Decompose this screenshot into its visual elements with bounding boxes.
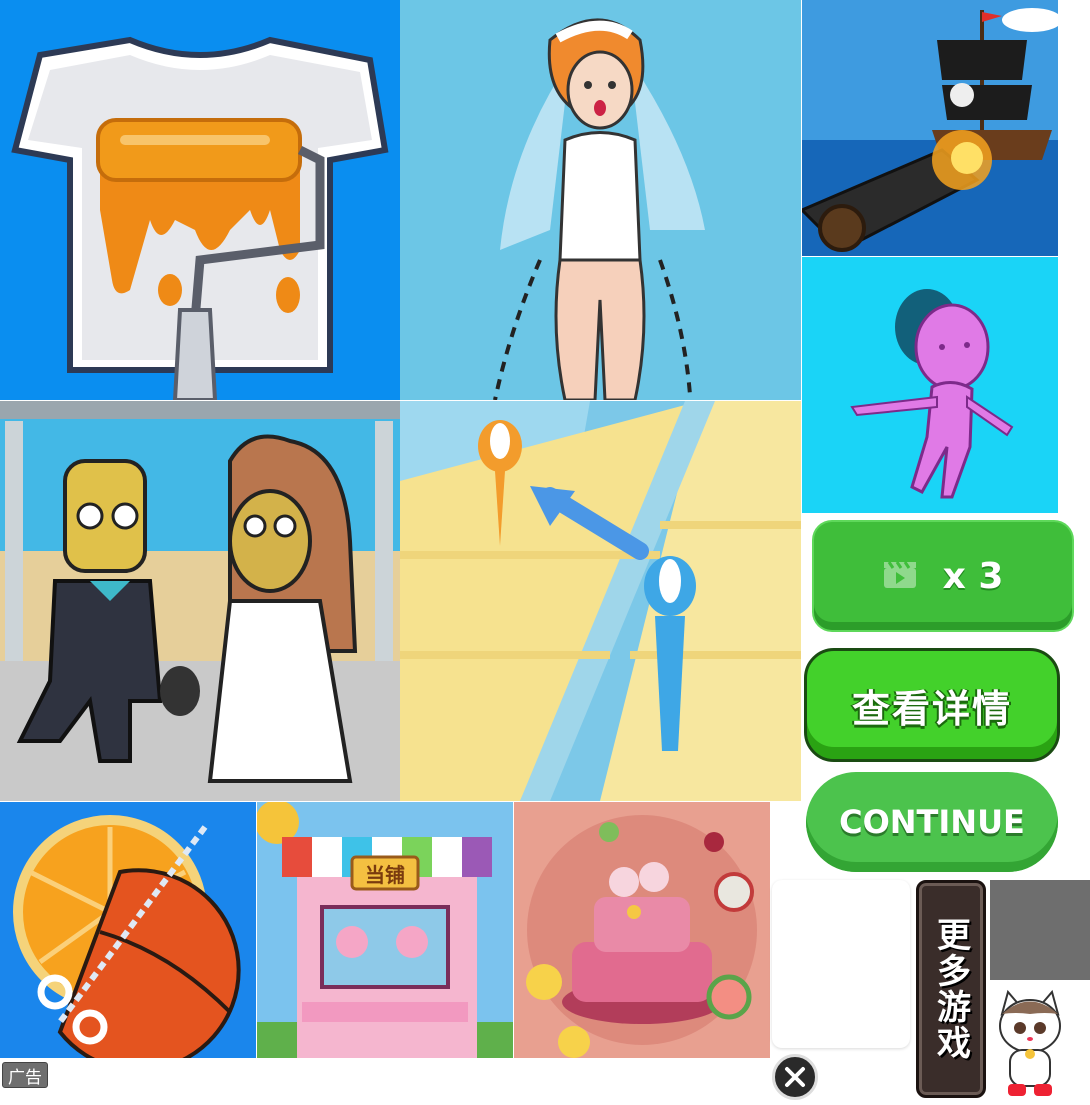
cut-fruit-art bbox=[13, 815, 241, 1058]
ad-label: 广告 bbox=[2, 1062, 48, 1088]
game-tile-pawnshop[interactable]: 当铺 bbox=[257, 802, 513, 1058]
game-tile-pink-figure[interactable] bbox=[802, 257, 1058, 513]
more-games-button[interactable]: 更多游戏 bbox=[916, 880, 986, 1098]
runner-art bbox=[400, 401, 801, 801]
watch-video-x3-button[interactable]: x 3 bbox=[814, 522, 1072, 630]
proposal-art bbox=[0, 401, 400, 801]
more-games-label: 更多游戏 bbox=[930, 917, 971, 1061]
close-icon[interactable] bbox=[772, 1054, 818, 1100]
lucky-cat-mascot-icon bbox=[990, 984, 1070, 1101]
shop-sign: 当铺 bbox=[365, 863, 405, 887]
clapperboard-icon bbox=[883, 559, 917, 593]
game-tile-pirate-cannon[interactable] bbox=[802, 0, 1058, 256]
pirate-cannon-art bbox=[802, 0, 1058, 256]
pink-figure-art bbox=[850, 289, 1014, 499]
view-details-button[interactable]: 查看详情 bbox=[804, 648, 1060, 762]
shirt-paint-art bbox=[11, 36, 389, 400]
bride-art bbox=[493, 18, 705, 400]
multiplier-label: x 3 bbox=[942, 555, 1004, 597]
pawnshop-art: 当铺 bbox=[257, 802, 513, 1058]
game-tile-cake[interactable] bbox=[514, 802, 770, 1058]
game-tile-runner[interactable] bbox=[400, 401, 801, 801]
game-tile-bride[interactable] bbox=[400, 0, 801, 400]
continue-button[interactable]: CONTINUE bbox=[806, 772, 1058, 872]
cake-art bbox=[514, 802, 770, 1058]
gray-placeholder bbox=[990, 880, 1090, 980]
game-tile-cut-fruit[interactable] bbox=[0, 802, 256, 1058]
game-tile-proposal[interactable] bbox=[0, 401, 400, 801]
blank-card bbox=[772, 880, 910, 1048]
game-tile-shirt-paint[interactable] bbox=[0, 0, 400, 400]
